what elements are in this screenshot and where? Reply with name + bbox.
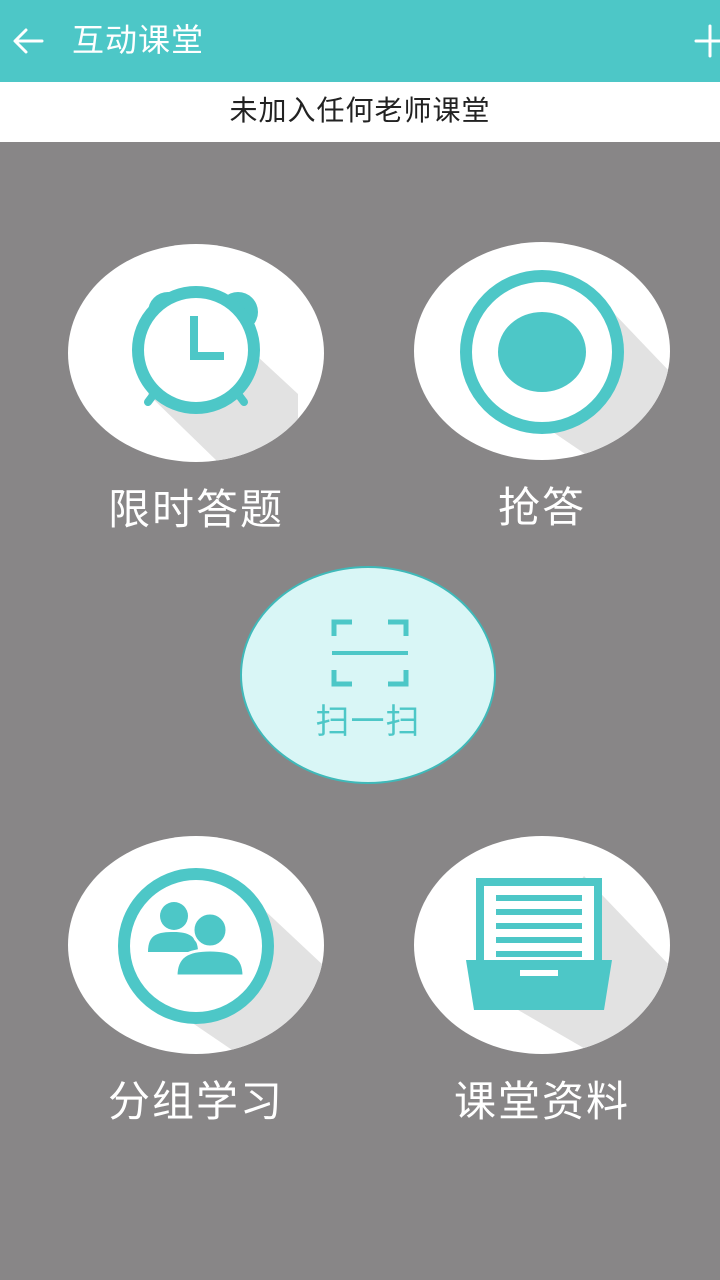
add-button[interactable] (694, 20, 720, 62)
page-title: 互动课堂 (72, 21, 205, 59)
scan-label: 扫一扫 (315, 702, 421, 742)
record-circle-icon (460, 270, 670, 460)
plus-icon (694, 24, 720, 58)
group-study-button[interactable]: 分组学习 (68, 836, 324, 1136)
class-materials-button[interactable]: 课堂资料 (414, 836, 670, 1136)
users-icon (118, 868, 324, 1054)
arrow-left-icon (13, 28, 44, 54)
class-status-bar: 未加入任何老师课堂 (0, 82, 720, 142)
alarm-clock-icon (132, 286, 298, 462)
scan-button[interactable]: 扫一扫 (240, 566, 496, 784)
scan-frame-icon (331, 619, 409, 687)
group-study-disc (68, 836, 324, 1054)
quick-answer-label: 抢答 (497, 483, 586, 532)
class-materials-disc (414, 836, 670, 1054)
quick-answer-disc (414, 242, 670, 460)
class-materials-label: 课堂资料 (453, 1077, 630, 1126)
timed-quiz-button[interactable]: 限时答题 (68, 244, 324, 544)
group-study-label: 分组学习 (107, 1077, 284, 1126)
quick-answer-button[interactable]: 抢答 (414, 242, 670, 542)
timed-quiz-disc (68, 244, 324, 462)
back-button[interactable] (8, 20, 50, 62)
file-tray-icon (466, 876, 670, 1054)
timed-quiz-label: 限时答题 (107, 485, 284, 534)
class-status-text: 未加入任何老师课堂 (229, 94, 491, 127)
app-header: 互动课堂 (0, 0, 720, 82)
